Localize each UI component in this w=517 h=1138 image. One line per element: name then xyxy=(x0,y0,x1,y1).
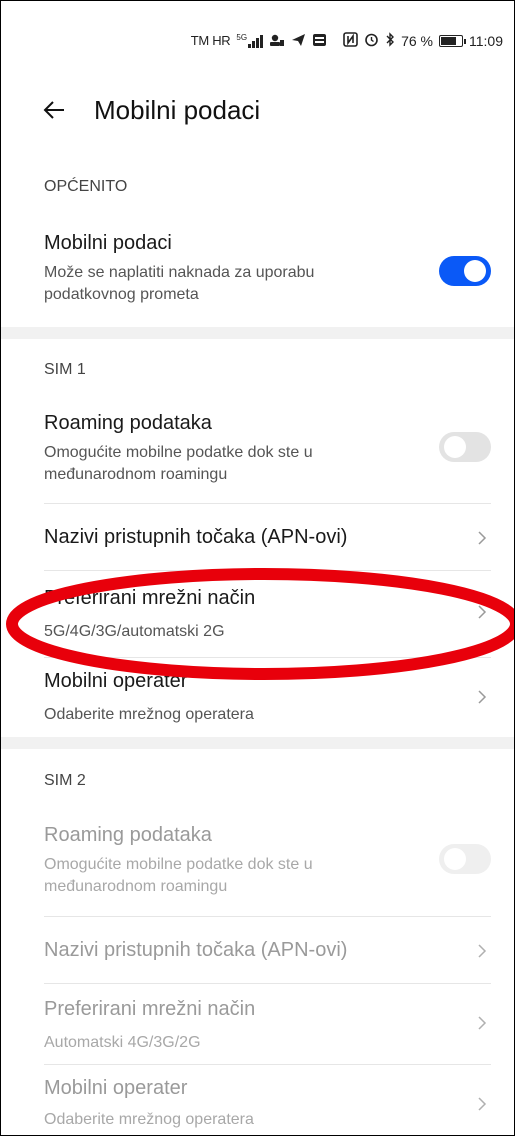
section-label-sim1: SIM 1 xyxy=(44,361,86,378)
sim2-roaming-toggle xyxy=(439,844,491,874)
message-icon xyxy=(312,33,327,49)
sim1-operator-title: Mobilni operater xyxy=(44,670,188,692)
app-header: Mobilni podaci xyxy=(40,88,260,132)
chevron-right-icon xyxy=(478,944,487,958)
nfc-icon xyxy=(343,32,358,49)
mobile-data-toggle[interactable] xyxy=(439,256,491,286)
send-icon xyxy=(291,33,306,49)
sim1-network-mode-title: Preferirani mrežni način xyxy=(44,587,256,609)
signal-icon: 5G xyxy=(236,32,264,48)
network-type-label: 5G xyxy=(236,32,248,42)
chevron-right-icon xyxy=(478,531,487,545)
sim1-network-mode-row[interactable]: Preferirani mrežni način 5G/4G/3G/automa… xyxy=(0,571,515,657)
section-gap xyxy=(0,737,515,749)
sim1-apn-row[interactable]: Nazivi pristupnih točaka (APN-ovi) xyxy=(0,504,515,570)
alarm-icon xyxy=(364,32,379,49)
sim1-network-mode-subtitle: 5G/4G/3G/automatski 2G xyxy=(44,623,225,640)
chevron-right-icon xyxy=(478,1016,487,1030)
mobile-data-title: Mobilni podaci xyxy=(44,232,172,254)
battery-percent: 76 % xyxy=(401,32,433,49)
sim1-roaming-title: Roaming podataka xyxy=(44,412,212,434)
clock: 11:09 xyxy=(469,32,503,49)
section-gap xyxy=(0,327,515,339)
status-bar: TM HR 5G 76 % 11:09 xyxy=(191,32,503,49)
bluetooth-icon xyxy=(385,32,395,49)
sim2-network-mode-subtitle: Automatski 4G/3G/2G xyxy=(44,1034,201,1051)
mobile-data-subtitle: Može se naplatiti naknada za uporabu pod… xyxy=(44,264,315,303)
sim2-roaming-subtitle: Omogućite mobilne podatke dok ste u među… xyxy=(44,856,313,895)
sim2-operator-row: Mobilni operater Odaberite mrežnog opera… xyxy=(0,1065,515,1137)
chevron-right-icon xyxy=(478,1097,487,1111)
sim2-apn-row: Nazivi pristupnih točaka (APN-ovi) xyxy=(0,917,515,983)
battery-icon xyxy=(439,34,466,47)
sim1-roaming-toggle[interactable] xyxy=(439,432,491,462)
back-arrow-icon[interactable] xyxy=(40,96,68,124)
sim2-operator-subtitle: Odaberite mrežnog operatera xyxy=(44,1111,254,1128)
sim2-network-mode-row: Preferirani mrežni način Automatski 4G/3… xyxy=(0,984,515,1064)
section-label-sim2: SIM 2 xyxy=(44,772,86,789)
mobile-data-row[interactable]: Mobilni podaci Može se naplatiti naknada… xyxy=(0,228,515,320)
chevron-right-icon xyxy=(478,605,487,619)
sim1-roaming-subtitle: Omogućite mobilne podatke dok ste u među… xyxy=(44,444,313,483)
sim1-operator-row[interactable]: Mobilni operater Odaberite mrežnog opera… xyxy=(0,658,515,736)
carrier-label: TM HR xyxy=(190,33,231,48)
sim1-operator-subtitle: Odaberite mrežnog operatera xyxy=(44,706,254,723)
sim2-operator-title: Mobilni operater xyxy=(44,1077,188,1099)
page-title: Mobilni podaci xyxy=(94,94,261,125)
sim2-apn-title: Nazivi pristupnih točaka (APN-ovi) xyxy=(44,939,348,961)
sim1-roaming-row[interactable]: Roaming podataka Omogućite mobilne podat… xyxy=(0,408,515,498)
data-saver-icon xyxy=(269,33,285,49)
sim1-apn-title: Nazivi pristupnih točaka (APN-ovi) xyxy=(44,526,348,548)
sim2-network-mode-title: Preferirani mrežni način xyxy=(44,998,256,1020)
sim2-roaming-title: Roaming podataka xyxy=(44,824,212,846)
chevron-right-icon xyxy=(478,690,487,704)
sim2-roaming-row: Roaming podataka Omogućite mobilne podat… xyxy=(0,820,515,910)
section-label-general: OPĆENITO xyxy=(44,178,128,195)
